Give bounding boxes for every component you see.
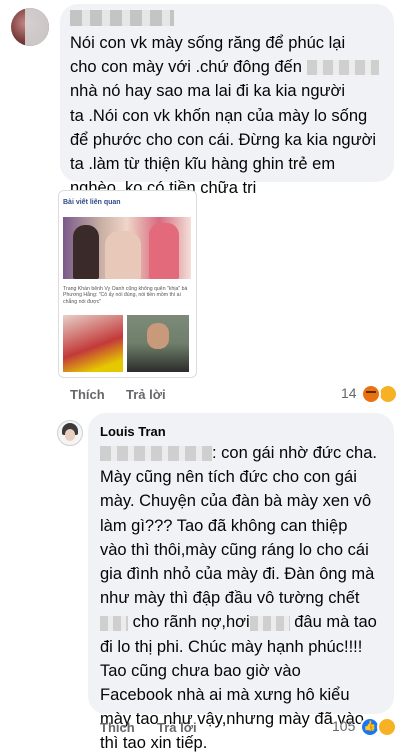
redacted-tag[interactable] (100, 446, 212, 462)
reactions-summary[interactable]: 14 (341, 384, 399, 404)
redacted-text (306, 60, 379, 76)
reaction-count: 14 (341, 385, 357, 402)
comment-line: Nói con vk mày sống răng để phúc lại (70, 34, 346, 52)
angry-reaction-icon (361, 384, 382, 404)
comment-line: để phước cho con cái. Đừng ka kia người (70, 130, 377, 149)
card-photo-main (63, 217, 191, 279)
card-photo-left (63, 315, 123, 372)
card-title: Bài viết liên quan (63, 199, 121, 206)
redacted-text (100, 615, 128, 631)
comment-line: : con gái nhờ đức cha. (100, 441, 392, 465)
photo-person (105, 231, 141, 279)
comment-line: cho con mày với .chứ đông đến (70, 55, 388, 79)
avatar-face (65, 429, 75, 441)
photo-person (73, 225, 99, 279)
commenter-name-redacted[interactable] (70, 10, 174, 26)
comment-line: vào thì thôi,mày cũng ráng lo cho cái (100, 540, 369, 559)
attached-image[interactable]: Bài viết liên quan Trang Khàn bênh Vy Oa… (58, 190, 197, 378)
reply-button[interactable]: Trả lời (126, 387, 166, 402)
comment-line: đi lo thị phi. Chúc mày hạnh phúc!!!! (100, 637, 363, 656)
photo-person (149, 223, 179, 279)
haha-reaction-icon (377, 717, 398, 737)
commenter-avatar[interactable] (11, 8, 49, 46)
reaction-count: 105 (332, 718, 356, 735)
card-photo-right (127, 315, 189, 372)
comment-line-text: : con gái nhờ đức cha. (212, 444, 377, 462)
reply-button[interactable]: Trả lời (157, 720, 197, 735)
commenter-name[interactable]: Louis Tran (100, 424, 166, 439)
photo-face (147, 323, 169, 349)
comment-line-text: đâu mà tao (294, 613, 377, 632)
comment-text: : con gái nhờ đức cha. Mày cũng nên tích… (100, 441, 392, 756)
reactions-summary[interactable]: 105 👍 (332, 717, 398, 737)
comment-line: mày. Chuyện của đàn bà mày xen vô (100, 492, 372, 511)
comment-line: ta .Nói con vk khốn nạn của mày lo sống (70, 106, 368, 125)
commenter-avatar[interactable] (57, 420, 83, 446)
comment-line-text: cho rãnh nợ,hơi (132, 613, 250, 632)
comment-text: Nói con vk mày sống răng để phúc lại cho… (70, 31, 388, 200)
avatar-blur (25, 8, 49, 46)
redacted-text (249, 615, 290, 631)
comment-line: làm gì??? Tao đã không can thiệp (100, 516, 348, 535)
like-button[interactable]: Thích (70, 387, 105, 402)
comment-line: Tao cũng chưa bao giờ vào (100, 661, 301, 680)
comment-line: cho rãnh nợ,hơi đâu mà tao (100, 610, 392, 634)
comment-line: ta .làm từ thiện kĩu hàng ghin trẻ em (70, 155, 336, 174)
comment-line-text: cho con mày với .chứ đông đến (70, 58, 302, 77)
comment-line: nhà nó hay sao ma lai đi ka kia người (70, 82, 346, 101)
comment-line: gia đình nhỏ của mày đi. Đàn ông mà (100, 565, 375, 584)
sad-reaction-icon (378, 384, 399, 404)
like-button[interactable]: Thích (100, 720, 135, 735)
card-caption: Trang Khàn bênh Vy Oanh cũng không quên … (63, 286, 188, 305)
comment-line: như mày thì đập đầu vô tường chết (100, 589, 360, 608)
comment-line: Facebook nhà ai mà xưng hô kiểu (100, 686, 350, 705)
comment-line: Mày cũng nên tích đức cho con gái (100, 468, 357, 487)
